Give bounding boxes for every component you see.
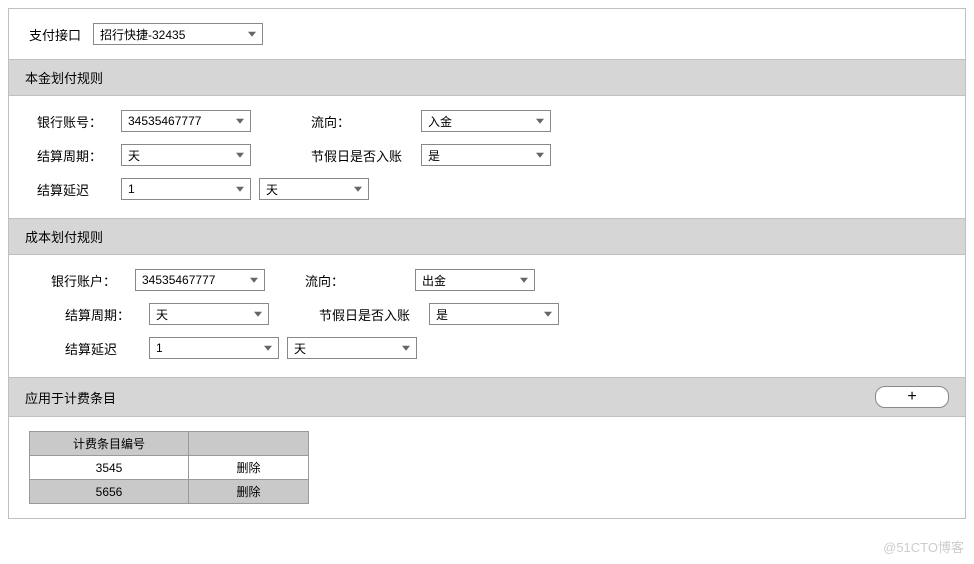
cost-flow-select[interactable]: 出金 bbox=[415, 269, 535, 291]
billing-table: 计费条目编号 3545 删除 5656 删除 bbox=[29, 431, 309, 504]
billing-table-wrap: 计费条目编号 3545 删除 5656 删除 bbox=[9, 417, 965, 518]
cost-bank-account-value: 34535467777 bbox=[142, 273, 215, 287]
bank-account-value: 34535467777 bbox=[128, 114, 201, 128]
chevron-down-icon bbox=[248, 32, 256, 37]
apply-billing-title: 应用于计费条目 bbox=[25, 388, 116, 407]
cost-settle-cycle-select[interactable]: 天 bbox=[149, 303, 269, 325]
flow-value: 入金 bbox=[428, 113, 452, 130]
chevron-down-icon bbox=[236, 119, 244, 124]
chevron-down-icon bbox=[254, 312, 262, 317]
cost-settle-delay-unit-select[interactable]: 天 bbox=[287, 337, 417, 359]
apply-billing-header: 应用于计费条目 + bbox=[9, 377, 965, 417]
cost-settle-cycle-value: 天 bbox=[156, 306, 168, 323]
settle-delay-number-select[interactable]: 1 bbox=[121, 178, 251, 200]
chevron-down-icon bbox=[536, 119, 544, 124]
settle-delay-row: 结算延迟 1 天 bbox=[37, 178, 937, 200]
cost-rule-header: 成本划付规则 bbox=[9, 218, 965, 255]
cost-settle-cycle-row: 结算周期： 天 节假日是否入账 是 bbox=[51, 303, 937, 325]
add-button[interactable]: + bbox=[875, 386, 949, 408]
chevron-down-icon bbox=[402, 346, 410, 351]
cost-settle-delay-unit: 天 bbox=[294, 340, 306, 357]
settle-cycle-value: 天 bbox=[128, 147, 140, 164]
plus-icon: + bbox=[907, 389, 916, 405]
chevron-down-icon bbox=[520, 278, 528, 283]
cost-settle-cycle-label: 结算周期： bbox=[65, 305, 149, 324]
chevron-down-icon bbox=[236, 153, 244, 158]
chevron-down-icon bbox=[250, 278, 258, 283]
flow-select[interactable]: 入金 bbox=[421, 110, 551, 132]
holiday-label: 节假日是否入账 bbox=[311, 146, 421, 165]
cost-flow-label: 流向： bbox=[305, 271, 415, 290]
billing-col-id: 计费条目编号 bbox=[30, 432, 189, 456]
cost-bank-account-select[interactable]: 34535467777 bbox=[135, 269, 265, 291]
chevron-down-icon bbox=[354, 187, 362, 192]
cost-holiday-label: 节假日是否入账 bbox=[319, 305, 429, 324]
cost-holiday-select[interactable]: 是 bbox=[429, 303, 559, 325]
settle-cycle-row: 结算周期： 天 节假日是否入账 是 bbox=[37, 144, 937, 166]
principal-rule-form: 银行账号： 34535467777 流向： 入金 结算周期： 天 节假日是否入账… bbox=[9, 96, 965, 218]
cost-settle-delay-number: 1 bbox=[156, 341, 163, 355]
cost-settle-delay-row: 结算延迟 1 天 bbox=[51, 337, 937, 359]
cost-bank-account-row: 银行账户： 34535467777 流向： 出金 bbox=[51, 269, 937, 291]
cost-settle-delay-number-select[interactable]: 1 bbox=[149, 337, 279, 359]
cost-holiday-value: 是 bbox=[436, 306, 448, 323]
cost-settle-delay-label: 结算延迟 bbox=[65, 339, 149, 358]
chevron-down-icon bbox=[536, 153, 544, 158]
cost-bank-account-label: 银行账户： bbox=[51, 271, 135, 290]
flow-label: 流向： bbox=[311, 112, 421, 131]
chevron-down-icon bbox=[544, 312, 552, 317]
bank-account-label: 银行账号： bbox=[37, 112, 121, 131]
settle-delay-label: 结算延迟 bbox=[37, 180, 121, 199]
settle-delay-number: 1 bbox=[128, 182, 135, 196]
cost-flow-value: 出金 bbox=[422, 272, 446, 289]
settle-cycle-label: 结算周期： bbox=[37, 146, 121, 165]
payment-interface-value: 招行快捷-32435 bbox=[100, 26, 185, 43]
cost-rule-form: 银行账户： 34535467777 流向： 出金 结算周期： 天 节假日是否入账… bbox=[9, 255, 965, 377]
chevron-down-icon bbox=[236, 187, 244, 192]
table-row: 3545 删除 bbox=[30, 456, 309, 480]
chevron-down-icon bbox=[264, 346, 272, 351]
watermark: @51CTO博客 bbox=[883, 537, 964, 556]
settle-cycle-select[interactable]: 天 bbox=[121, 144, 251, 166]
bank-account-row: 银行账号： 34535467777 流向： 入金 bbox=[37, 110, 937, 132]
billing-col-action bbox=[189, 432, 309, 456]
settle-delay-unit-select[interactable]: 天 bbox=[259, 178, 369, 200]
settle-delay-unit: 天 bbox=[266, 181, 278, 198]
payment-interface-select[interactable]: 招行快捷-32435 bbox=[93, 23, 263, 45]
payment-interface-row: 支付接口 招行快捷-32435 bbox=[9, 9, 965, 59]
payment-interface-label: 支付接口 bbox=[29, 25, 81, 44]
principal-rule-header: 本金划付规则 bbox=[9, 59, 965, 96]
holiday-select[interactable]: 是 bbox=[421, 144, 551, 166]
holiday-value: 是 bbox=[428, 147, 440, 164]
billing-id-cell: 3545 bbox=[30, 456, 189, 480]
delete-button[interactable]: 删除 bbox=[189, 480, 309, 504]
table-row: 5656 删除 bbox=[30, 480, 309, 504]
settings-panel: 支付接口 招行快捷-32435 本金划付规则 银行账号： 34535467777… bbox=[8, 8, 966, 519]
delete-button[interactable]: 删除 bbox=[189, 456, 309, 480]
bank-account-select[interactable]: 34535467777 bbox=[121, 110, 251, 132]
billing-id-cell: 5656 bbox=[30, 480, 189, 504]
